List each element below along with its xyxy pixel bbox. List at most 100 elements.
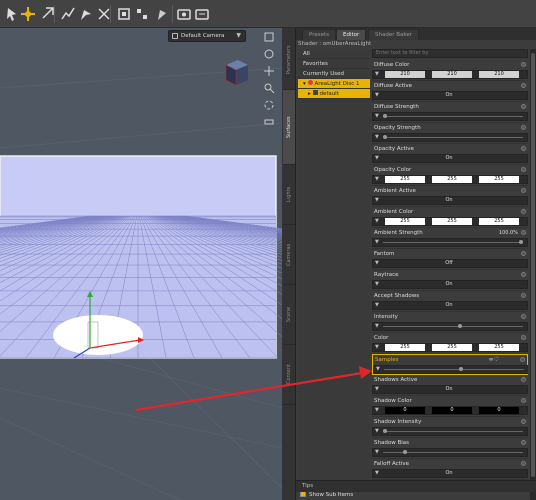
chevron-down-icon[interactable]: ▼ [375,386,379,392]
property-opacity-active[interactable]: Opacity Active ▼ On [372,144,528,165]
property-opacity-color[interactable]: Opacity Color ▼ 255 255 255 [372,165,528,186]
color-channel-field[interactable]: 255 [432,344,472,351]
toggle-button[interactable]: On [409,281,489,288]
chevron-down-icon[interactable]: ▼ [375,302,379,308]
chevron-down-icon[interactable]: ▼ [376,366,380,372]
vtab-parameters[interactable]: Parameters [283,30,295,90]
bank-icon[interactable] [262,115,276,129]
property-options-icon[interactable] [521,335,526,340]
chevron-down-icon[interactable]: ▼ [375,281,379,287]
color-channel-field[interactable]: 0 [479,407,519,414]
color-channel-field[interactable]: 210 [385,71,425,78]
property-options-icon[interactable] [521,209,526,214]
color-channel-field[interactable]: 255 [479,344,519,351]
property-options-icon[interactable] [520,357,525,362]
3d-viewport[interactable]: Default Camera ▼ [0,28,282,500]
color-channel-field[interactable]: 255 [385,344,425,351]
tree-item-favorites[interactable]: Favorites [298,59,370,69]
expand-icon[interactable]: ▾ [303,81,308,87]
color-channel-field[interactable]: 255 [479,176,519,183]
toggle-button[interactable]: On [409,197,489,204]
color-channel-field[interactable]: 0 [385,407,425,414]
color-channel-field[interactable]: 255 [385,218,425,225]
render-settings-icon[interactable] [176,3,192,25]
slider-handle[interactable] [459,367,463,371]
select-icon[interactable] [4,3,20,25]
vtab-cameras[interactable]: Cameras [283,225,295,285]
color-channel-field[interactable]: 255 [479,218,519,225]
slider-handle[interactable] [383,429,387,433]
color-channel-field[interactable]: 255 [432,218,472,225]
link-icon[interactable]: ∞♡ [489,356,499,363]
vtab-lights[interactable]: Lights [283,165,295,225]
property-raytrace[interactable]: Raytrace ▼ On [372,270,528,291]
chevron-down-icon[interactable]: ▼ [375,260,379,266]
toggle-button[interactable]: On [409,302,489,309]
property-fantom[interactable]: Fantom ▼ Off [372,249,528,270]
property-control[interactable]: ▼ On [372,196,528,205]
property-control[interactable]: ▼ On [372,154,528,163]
property-options-icon[interactable] [521,377,526,382]
chevron-down-icon[interactable]: ▼ [375,92,379,98]
property-control[interactable]: ▼ 255 255 255 [372,175,528,184]
property-options-icon[interactable] [521,440,526,445]
property-options-icon[interactable] [521,230,526,235]
property-options-icon[interactable] [521,398,526,403]
chevron-down-icon[interactable]: ▼ [375,407,379,413]
property-diffuse-strength[interactable]: Diffuse Strength ▼ [372,102,528,123]
property-control[interactable]: ▼ On [372,91,528,100]
chevron-down-icon[interactable]: ▼ [375,176,379,182]
chevron-down-icon[interactable]: ▼ [375,323,379,329]
toggle-button[interactable]: On [409,386,489,393]
chevron-down-icon[interactable]: ▼ [375,449,379,455]
toggle-button[interactable]: On [409,155,489,162]
property-control[interactable]: ▼ [372,133,528,142]
property-control[interactable]: ▼ [372,238,528,247]
spot-render-icon[interactable] [194,3,210,25]
move-icon[interactable] [20,3,36,25]
property-diffuse-active[interactable]: Diffuse Active ▼ On [372,81,528,102]
orbit-icon[interactable] [262,47,276,61]
pan-icon[interactable] [262,64,276,78]
tree-item-currently-used[interactable]: Currently Used [298,69,370,79]
tree-item-default[interactable]: ▸ default [298,89,370,99]
slider-handle[interactable] [383,114,387,118]
property-control[interactable]: ▼ [372,112,528,121]
color-channel-field[interactable]: 210 [479,71,519,78]
tree-item-arealight-disc[interactable]: ▾ AreaLight Disc 1 [298,79,370,89]
property-options-icon[interactable] [521,167,526,172]
property-control[interactable]: ▼ On [372,385,528,394]
property-control[interactable]: ▼ [372,427,528,436]
frame-icon[interactable] [262,30,276,44]
chevron-down-icon[interactable]: ▼ [375,218,379,224]
chevron-down-icon[interactable]: ▼ [375,470,379,476]
rotate-view-icon[interactable] [262,98,276,112]
property-samples[interactable]: Samples ▼ ∞♡ [372,354,528,375]
property-shadow-bias[interactable]: Shadow Bias ▼ [372,438,528,459]
property-options-icon[interactable] [521,62,526,67]
property-control[interactable]: ▼ 255 255 255 [372,217,528,226]
vtab-scene[interactable]: Scene [283,285,295,345]
property-options-icon[interactable] [521,251,526,256]
chevron-down-icon[interactable]: ▼ [375,155,379,161]
property-ambient-active[interactable]: Ambient Active ▼ On [372,186,528,207]
chevron-down-icon[interactable]: ▼ [375,134,379,140]
tab-shader-baker[interactable]: Shader Baker [368,29,420,40]
property-control[interactable]: ▼ On [372,280,528,289]
property-shadow-color[interactable]: Shadow Color ▼ 0 0 0 [372,396,528,417]
toggle-button[interactable]: On [409,470,489,477]
property-options-icon[interactable] [521,314,526,319]
property-shadow-intensity[interactable]: Shadow Intensity ▼ [372,417,528,438]
property-options-icon[interactable] [521,104,526,109]
color-channel-field[interactable]: 255 [432,176,472,183]
property-accept-shadows[interactable]: Accept Shadows ▼ On [372,291,528,312]
vtab-surfaces[interactable]: Surfaces [283,90,295,165]
camera-selector[interactable]: Default Camera ▼ [168,30,246,42]
property-control[interactable]: ▼ 0 0 0 [372,406,528,415]
toggle-button[interactable]: On [409,92,489,99]
tab-presets[interactable]: Presets [302,29,337,40]
toggle-button[interactable]: Off [409,260,489,267]
property-shadows-active[interactable]: Shadows Active ▼ On [372,375,528,396]
slider-handle[interactable] [383,135,387,139]
surface-selection-icon[interactable] [78,3,94,25]
